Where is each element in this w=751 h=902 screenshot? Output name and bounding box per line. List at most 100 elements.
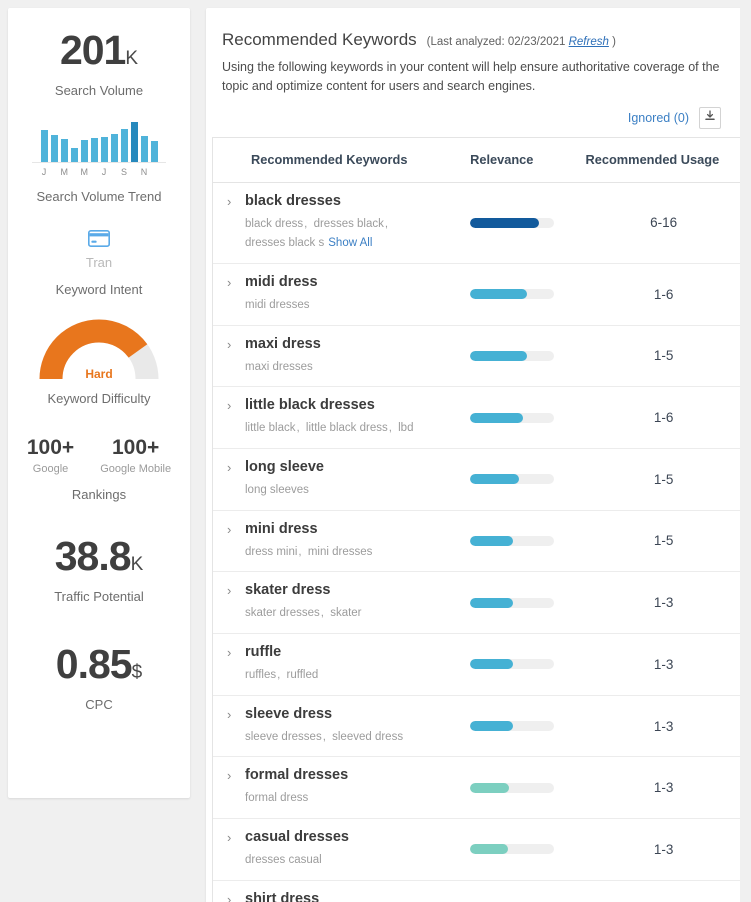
download-icon: [704, 109, 716, 127]
app-root: 201K Search Volume JMMJSN Search Volume …: [0, 0, 751, 902]
show-all-link[interactable]: Show All: [328, 237, 372, 249]
keyword-variant: ruffled: [286, 669, 319, 682]
keyword-name: mini dress: [245, 520, 318, 537]
relevance-bar-track: [469, 659, 554, 670]
trend-bar: [80, 140, 88, 162]
chevron-right-icon[interactable]: ›: [227, 520, 245, 538]
trend-tick: [51, 167, 58, 177]
recommended-usage-value: 1-5: [653, 533, 674, 549]
difficulty-label: Keyword Difficulty: [47, 391, 151, 406]
table-row[interactable]: › maxi dress maxi dresses 1-5: [213, 326, 742, 388]
chevron-right-icon[interactable]: ›: [227, 705, 245, 723]
ranking-google-mobile-source: Google Mobile: [100, 463, 172, 475]
trend-tick: S: [120, 167, 127, 177]
table-row[interactable]: › ruffle ruffles, ruffled 1-3: [213, 634, 742, 696]
last-analyzed-meta: (Last analyzed: 02/23/2021 Refresh ): [427, 36, 616, 48]
traffic-potential-value: 38.8K: [18, 536, 180, 577]
ignored-link[interactable]: Ignored (0): [628, 111, 689, 125]
keyword-name: midi dress: [245, 273, 318, 290]
chevron-right-icon[interactable]: ›: [227, 828, 245, 846]
keyword-intent-metric: Tran Keyword Intent: [18, 230, 180, 297]
ranking-google-mobile: 100+ Google Mobile: [100, 436, 171, 475]
trend-bar: [100, 137, 108, 162]
traffic-potential-label: Traffic Potential: [54, 589, 144, 604]
variant-separator: ,: [320, 607, 324, 620]
variant-separator: ,: [322, 730, 326, 743]
table-row[interactable]: › casual dresses dresses casual 1-3: [213, 819, 742, 881]
keyword-variants: formal dress: [245, 789, 470, 809]
chevron-right-icon[interactable]: ›: [227, 766, 245, 784]
chevron-right-icon[interactable]: ›: [227, 273, 245, 291]
keyword-name: formal dresses: [245, 767, 349, 784]
refresh-link[interactable]: Refresh: [569, 36, 609, 48]
table-row[interactable]: ›shirt dressshirt dresses1-4: [213, 881, 742, 902]
table-row[interactable]: › formal dresses formal dress 1-3: [213, 757, 742, 820]
keyword-variants: skater dresses, skater: [245, 604, 470, 624]
search-volume-number: 201: [59, 27, 126, 73]
relevance-cell: [469, 412, 586, 423]
relevance-bar-track: [469, 597, 554, 608]
keyword-cell: › sleeve dress sleeve dresses, sleeved dre…: [213, 705, 470, 748]
keyword-variant: ruffles: [245, 669, 277, 682]
chevron-right-icon[interactable]: ›: [227, 335, 245, 353]
ranking-google-mobile-value: 100+: [112, 436, 160, 459]
table-row[interactable]: › sleeve dress sleeve dresses, sleeved dre…: [213, 696, 742, 758]
trend-tick: N: [140, 167, 148, 177]
ranking-google: 100+ Google: [27, 436, 74, 475]
keyword-cell: › casual dresses dresses casual: [213, 828, 470, 871]
recommended-usage-value: 1-5: [653, 348, 674, 364]
table-row[interactable]: › skater dress skater dresses, skater 1-3: [213, 572, 742, 634]
relevance-cell: [469, 535, 586, 546]
variant-separator: ,: [277, 669, 281, 682]
keyword-variants: long sleeves: [245, 481, 470, 501]
search-volume-value: 201K: [18, 30, 180, 71]
recommended-usage-value: 1-3: [653, 656, 674, 672]
relevance-bar-track: [469, 289, 554, 300]
chevron-right-icon[interactable]: ›: [227, 192, 245, 210]
page-scroll-strip[interactable]: [740, 0, 751, 902]
chevron-right-icon[interactable]: ›: [227, 458, 245, 476]
table-row[interactable]: › long sleeve long sleeves 1-5: [213, 449, 742, 511]
keyword-variant: formal dress: [245, 792, 309, 805]
trend-tick: [71, 167, 78, 177]
keyword-variants: sleeve dresses, sleeved dress: [245, 728, 470, 748]
keyword-variant: dress mini: [245, 545, 298, 558]
difficulty-value: Hard: [85, 367, 113, 381]
cpc-label: CPC: [85, 697, 113, 712]
relevance-bar-fill: [469, 350, 527, 361]
trend-tick: M: [60, 167, 69, 177]
trend-tick: [111, 167, 118, 177]
keyword-variant: skater: [330, 607, 362, 620]
cpc-unit: $: [131, 662, 143, 683]
keyword-variant: black dress: [245, 217, 304, 230]
chevron-right-icon[interactable]: ›: [227, 643, 245, 661]
table-row[interactable]: › black dresses black dress, dresses black…: [213, 183, 742, 264]
keyword-name: skater dress: [245, 582, 331, 599]
trend-bar: [120, 129, 128, 162]
trend-tick: J: [101, 167, 107, 177]
relevance-cell: [469, 659, 586, 670]
table-row[interactable]: › mini dress dress mini, mini dresses 1-5: [213, 511, 742, 573]
table-row[interactable]: › midi dress midi dresses 1-6: [213, 264, 742, 326]
download-button[interactable]: [699, 106, 721, 129]
trend-bar: [60, 139, 68, 162]
relevance-bar-fill: [469, 597, 514, 608]
variant-separator: ,: [388, 422, 392, 435]
recommended-usage-value: 1-3: [653, 841, 674, 857]
trend-bar: [110, 134, 118, 162]
table-header-row: Recommended Keywords Relevance Recommend…: [213, 138, 742, 183]
table-row[interactable]: › little black dresses little black, littl…: [213, 387, 742, 449]
keyword-metrics-card: 201K Search Volume JMMJSN Search Volume …: [8, 8, 190, 798]
column-header-relevance: Relevance: [470, 152, 534, 168]
keyword-variant: mini dresses: [307, 545, 373, 558]
traffic-potential-metric: 38.8K Traffic Potential: [18, 536, 180, 605]
variant-separator: ,: [384, 217, 389, 230]
search-volume-metric: 201K Search Volume: [18, 30, 180, 99]
chevron-right-icon[interactable]: ›: [227, 396, 245, 414]
chevron-right-icon[interactable]: ›: [227, 890, 245, 902]
relevance-cell: [469, 844, 586, 855]
relevance-cell: [469, 350, 586, 361]
panel-title-line: Recommended Keywords (Last analyzed: 02/…: [222, 30, 727, 50]
difficulty-gauge: Hard: [39, 319, 159, 381]
chevron-right-icon[interactable]: ›: [227, 581, 245, 599]
